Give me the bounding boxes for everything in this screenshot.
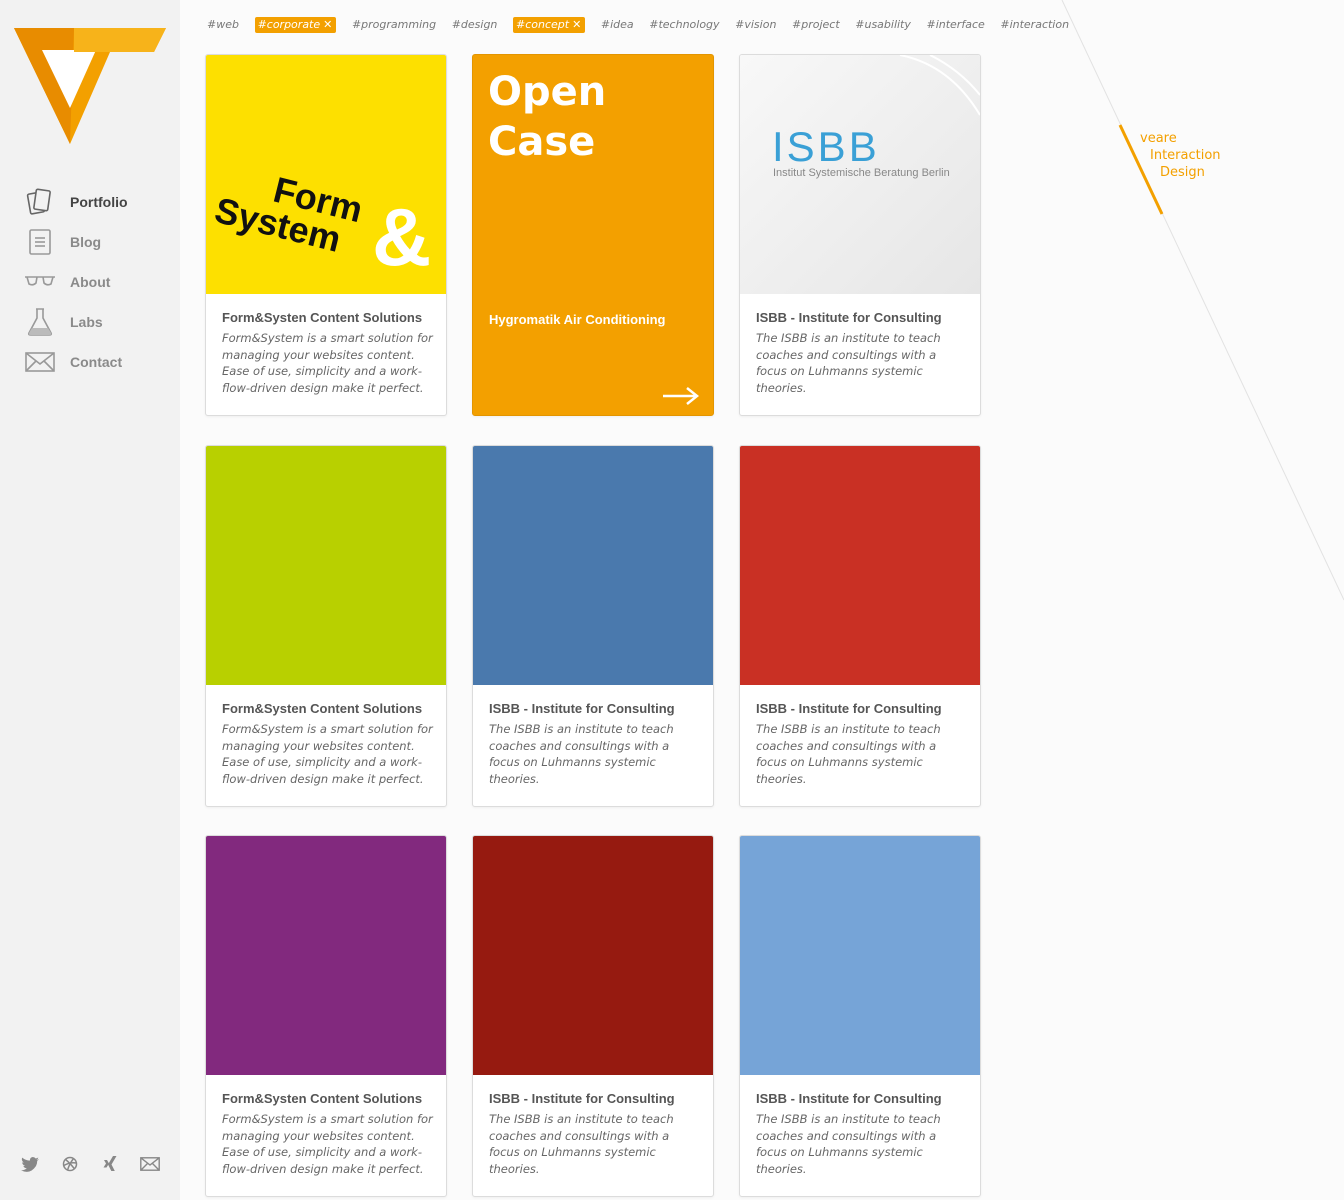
card-thumbnail: [740, 836, 980, 1075]
portfolio-card[interactable]: ISBB - Institute for Consulting The ISBB…: [739, 835, 981, 1197]
portfolio-card-featured[interactable]: Open Case Hygromatik Air Conditioning: [472, 54, 714, 416]
card-title: ISBB - Institute for Consulting: [489, 701, 675, 716]
tag-programming[interactable]: #programming: [352, 17, 436, 33]
portfolio-card[interactable]: ISBB - Institute for Consulting The ISBB…: [472, 445, 714, 807]
tag-vision[interactable]: #vision: [735, 17, 776, 33]
main-nav: Portfolio Blog About Labs Contact: [24, 182, 128, 382]
xing-icon[interactable]: [100, 1154, 120, 1174]
card-title: Form&Systen Content Solutions: [222, 310, 423, 325]
card-description: Form&System is a smart solution for mana…: [222, 331, 433, 395]
card-subtitle: Hygromatik Air Conditioning: [489, 312, 666, 327]
tag-usability[interactable]: #usability: [855, 17, 911, 33]
card-thumbnail: [473, 836, 713, 1075]
portfolio-card[interactable]: ISBB - Institute for Consulting The ISBB…: [472, 835, 714, 1197]
nav-item-contact[interactable]: Contact: [24, 342, 128, 382]
sidebar: Portfolio Blog About Labs Contact: [0, 0, 180, 1200]
dribbble-icon[interactable]: [60, 1154, 80, 1174]
arrow-right-icon[interactable]: [663, 385, 700, 411]
card-title: ISBB - Institute for Consulting: [756, 701, 942, 716]
card-big-title: Open Case: [488, 69, 607, 165]
nav-label: About: [70, 274, 111, 290]
card-description: The ISBB is an institute to teach coache…: [756, 1112, 941, 1176]
tag-interface[interactable]: #interface: [926, 17, 984, 33]
mail-icon[interactable]: [140, 1154, 160, 1174]
nav-item-about[interactable]: About: [24, 262, 128, 302]
form-system-artwork: Form System: [210, 168, 367, 260]
card-thumbnail: [473, 446, 713, 685]
portfolio-card[interactable]: ISBB Institut Systemische Beratung Berli…: [739, 54, 981, 416]
card-title: ISBB - Institute for Consulting: [756, 1091, 942, 1106]
brand-tagline: veare Interaction Design: [1140, 131, 1221, 180]
card-thumbnail: [206, 836, 446, 1075]
tag-corporate-selected[interactable]: #corporate ✕: [254, 17, 337, 33]
tag-project[interactable]: #project: [792, 17, 840, 33]
portfolio-card[interactable]: Form&Systen Content Solutions Form&Syste…: [205, 445, 447, 807]
document-icon: [24, 226, 56, 258]
nav-item-portfolio[interactable]: Portfolio: [24, 182, 128, 222]
ampersand-artwork: &: [372, 192, 432, 283]
card-thumbnail: Form System &: [206, 55, 446, 294]
tag-web[interactable]: #web: [207, 17, 239, 33]
card-description: The ISBB is an institute to teach coache…: [756, 331, 941, 395]
card-description: Form&System is a smart solution for mana…: [222, 722, 433, 786]
card-thumbnail: [206, 446, 446, 685]
tag-filter-bar: #web #corporate ✕ #programming #design #c…: [207, 17, 1085, 33]
nav-item-blog[interactable]: Blog: [24, 222, 128, 262]
card-description: The ISBB is an institute to teach coache…: [489, 722, 674, 786]
remove-tag-icon[interactable]: ✕: [323, 18, 332, 31]
social-links: [20, 1154, 180, 1174]
veare-logo[interactable]: [14, 28, 166, 146]
nav-item-labs[interactable]: Labs: [24, 302, 128, 342]
glasses-icon: [24, 266, 56, 298]
tag-design[interactable]: #design: [452, 17, 498, 33]
card-description: The ISBB is an institute to teach coache…: [756, 722, 941, 786]
card-description: Form&System is a smart solution for mana…: [222, 1112, 433, 1176]
remove-tag-icon[interactable]: ✕: [572, 18, 581, 31]
twitter-icon[interactable]: [20, 1154, 40, 1174]
nav-label: Blog: [70, 234, 102, 250]
card-title: Form&Systen Content Solutions: [222, 701, 423, 716]
portfolio-card[interactable]: Form System & Form&Systen Content Soluti…: [205, 54, 447, 416]
tag-concept-selected[interactable]: #concept ✕: [513, 17, 586, 33]
tag-idea[interactable]: #idea: [601, 17, 634, 33]
portfolio-cards-icon: [24, 186, 56, 218]
flask-icon: [24, 306, 56, 338]
envelope-icon: [24, 346, 56, 378]
tag-technology[interactable]: #technology: [649, 17, 719, 33]
card-thumbnail: [740, 446, 980, 685]
portfolio-card[interactable]: ISBB - Institute for Consulting The ISBB…: [739, 445, 981, 807]
card-description: The ISBB is an institute to teach coache…: [489, 1112, 674, 1176]
card-title: Form&Systen Content Solutions: [222, 1091, 423, 1106]
isbb-logo: ISBB: [772, 123, 880, 170]
card-title: ISBB - Institute for Consulting: [756, 310, 942, 325]
nav-label: Labs: [70, 314, 103, 330]
nav-label: Portfolio: [70, 194, 128, 210]
isbb-logo-subtitle: Institut Systemische Beratung Berlin: [773, 167, 950, 179]
nav-label: Contact: [70, 354, 123, 370]
card-thumbnail: ISBB Institut Systemische Beratung Berli…: [740, 55, 980, 294]
portfolio-card[interactable]: Form&Systen Content Solutions Form&Syste…: [205, 835, 447, 1197]
card-title: ISBB - Institute for Consulting: [489, 1091, 675, 1106]
